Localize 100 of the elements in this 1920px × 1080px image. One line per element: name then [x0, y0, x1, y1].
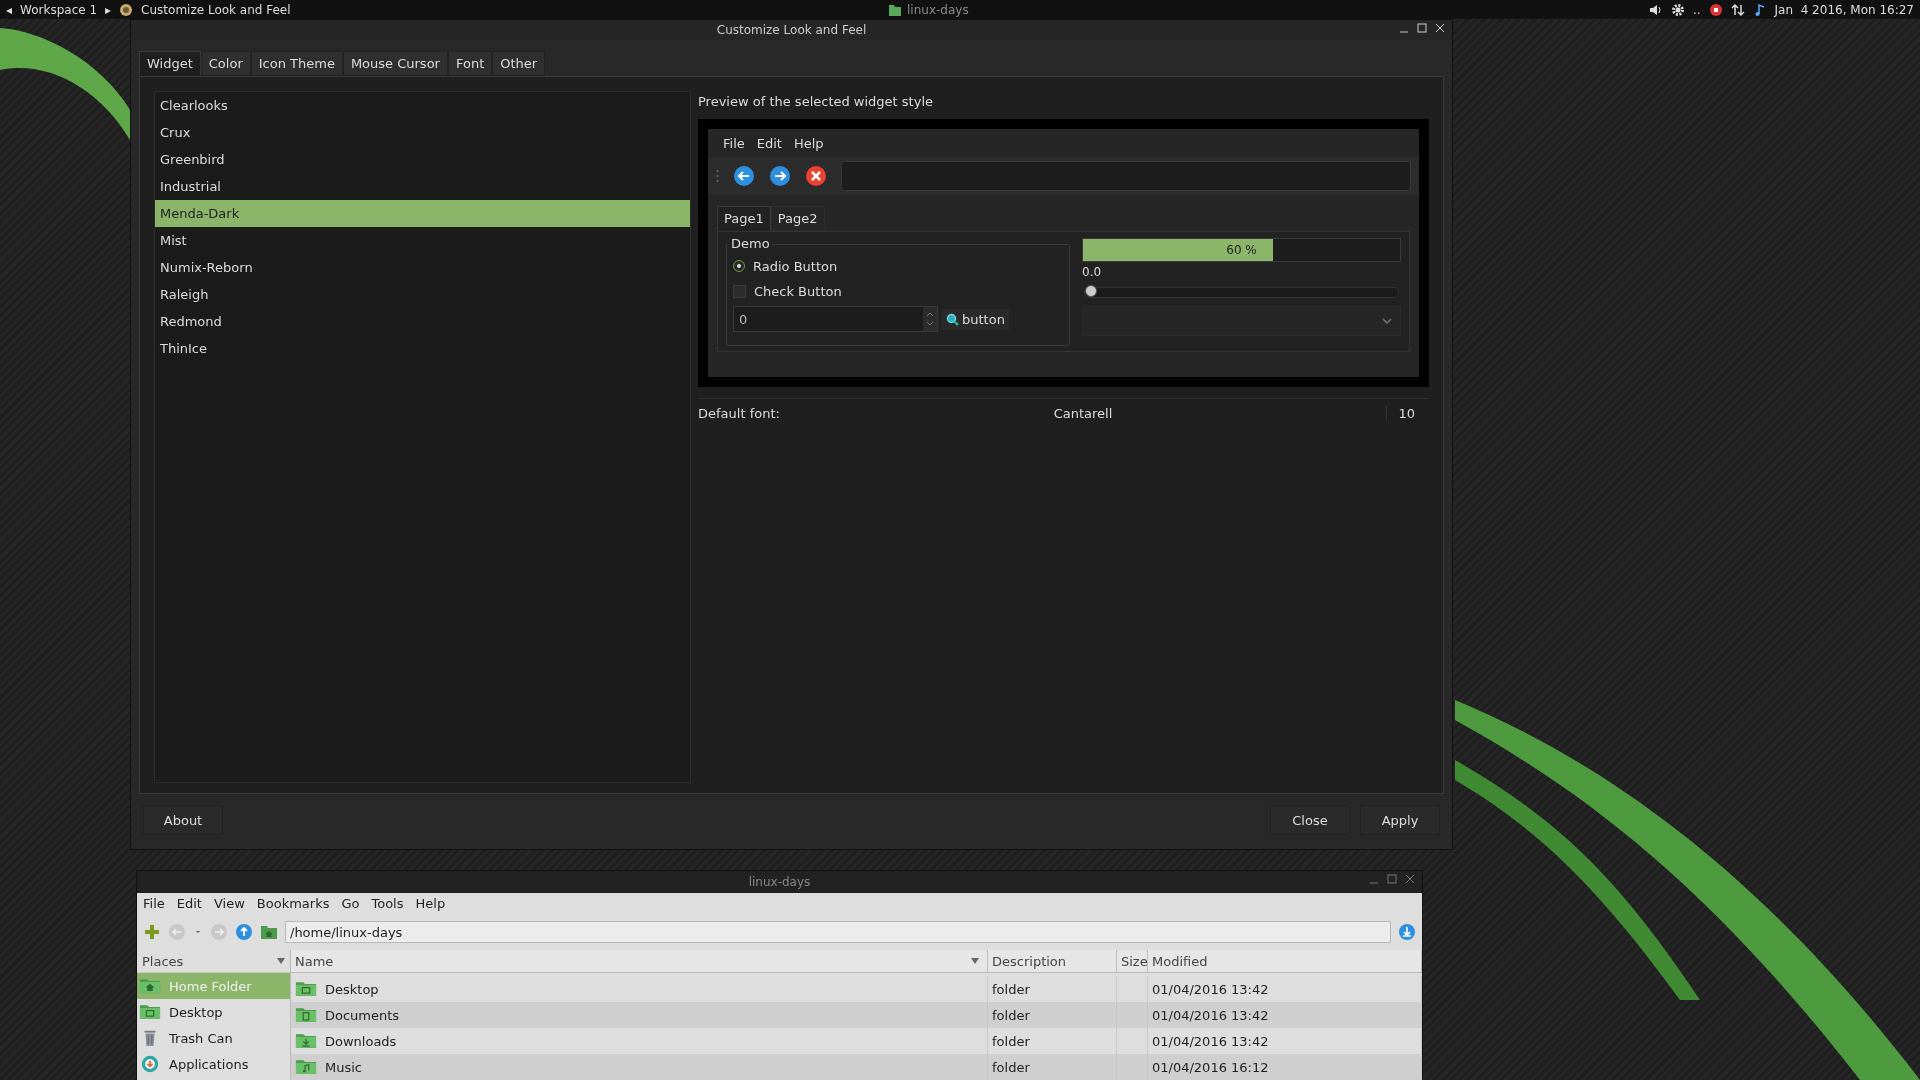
- tab[interactable]: Color: [200, 51, 251, 76]
- theme-item[interactable]: Greenbird: [155, 146, 690, 173]
- table-cell: folder: [988, 1054, 1117, 1080]
- column-header[interactable]: Modified: [1148, 950, 1422, 973]
- window-title: linux-days: [748, 875, 811, 889]
- checkbox[interactable]: [733, 284, 746, 298]
- theme-item[interactable]: Clearlooks: [155, 92, 690, 119]
- dropdown-icon[interactable]: [277, 958, 285, 964]
- apply-button[interactable]: Apply: [1360, 805, 1440, 835]
- menu-item[interactable]: Bookmarks: [256, 896, 330, 914]
- spin-field[interactable]: 0: [733, 306, 938, 332]
- folder-icon: [295, 1032, 317, 1050]
- tab[interactable]: Font: [447, 51, 493, 76]
- back-icon[interactable]: [733, 165, 755, 187]
- workspace-label[interactable]: Workspace 1: [20, 2, 98, 17]
- folder-icon: [295, 980, 317, 998]
- about-button[interactable]: About: [143, 805, 223, 835]
- places-item[interactable]: Trash Can: [137, 1025, 290, 1051]
- slider[interactable]: [1084, 287, 1399, 298]
- progress-text: 60 %: [1225, 242, 1258, 259]
- tray-overflow[interactable]: ..: [1692, 2, 1701, 17]
- network-icon[interactable]: [1730, 2, 1745, 17]
- previous-workspace-arrow[interactable]: ◂: [6, 2, 13, 17]
- menu-item[interactable]: Go: [341, 896, 360, 914]
- file-name[interactable]: Documents: [325, 1007, 400, 1023]
- menu-item[interactable]: Tools: [371, 896, 404, 914]
- checkbox-label[interactable]: Check Button: [754, 283, 842, 299]
- tab[interactable]: Mouse Cursor: [342, 51, 448, 76]
- sort-icon: [971, 958, 979, 964]
- menu-item[interactable]: View: [213, 896, 245, 914]
- tab[interactable]: Other: [492, 51, 546, 76]
- table-cell: 01/04/2016 16:12: [1148, 1054, 1422, 1080]
- theme-item[interactable]: Crux: [155, 119, 690, 146]
- maximize-icon[interactable]: [1386, 873, 1398, 885]
- theme-item[interactable]: ThinIce: [155, 335, 690, 362]
- radio-button[interactable]: [733, 260, 745, 272]
- download-icon[interactable]: [1398, 923, 1416, 941]
- folder-icon: [295, 1058, 317, 1076]
- menu-item[interactable]: Help: [415, 896, 446, 914]
- clock[interactable]: Jan 4 2016, Mon 16:27: [1774, 2, 1914, 17]
- app-icon: [119, 2, 134, 17]
- theme-item[interactable]: Numix-Reborn: [155, 254, 690, 281]
- gear-icon[interactable]: [1670, 2, 1685, 17]
- search-icon: [946, 312, 959, 326]
- window-title: Customize Look and Feel: [716, 23, 867, 37]
- column-header[interactable]: Size: [1117, 950, 1148, 973]
- add-icon[interactable]: [143, 923, 161, 941]
- taskbar-item[interactable]: linux-days: [907, 2, 969, 17]
- tab[interactable]: Page1: [717, 206, 771, 231]
- places-item[interactable]: Desktop: [137, 999, 290, 1025]
- menu-item[interactable]: File: [143, 896, 165, 914]
- spin-arrows-icon[interactable]: [923, 307, 937, 331]
- font-size[interactable]: 10: [1386, 405, 1429, 421]
- applications-icon: [139, 1055, 161, 1073]
- theme-item[interactable]: Raleigh: [155, 281, 690, 308]
- column-header[interactable]: Description: [988, 950, 1117, 973]
- maximize-icon[interactable]: [1416, 22, 1428, 34]
- folder-icon: [139, 1003, 161, 1021]
- font-label: Default font:: [698, 405, 780, 421]
- home-folder-icon[interactable]: [260, 923, 278, 941]
- next-workspace-arrow[interactable]: ▸: [105, 2, 112, 17]
- tab[interactable]: Widget: [139, 51, 201, 76]
- table-cell: folder: [988, 1002, 1117, 1028]
- menu-item[interactable]: Help: [793, 136, 824, 151]
- radio-label[interactable]: Radio Button: [753, 258, 838, 274]
- home-folder-icon: [139, 977, 161, 995]
- file-name[interactable]: Downloads: [325, 1033, 397, 1049]
- forward-icon[interactable]: [769, 165, 791, 187]
- theme-item[interactable]: Mist: [155, 227, 690, 254]
- table-cell: 01/04/2016 13:42: [1148, 1002, 1422, 1028]
- folder-icon: [295, 1006, 317, 1024]
- slider-thumb[interactable]: [1085, 285, 1097, 297]
- active-window-title[interactable]: Customize Look and Feel: [141, 2, 291, 17]
- stop-icon[interactable]: [805, 165, 827, 187]
- folder-icon: [888, 2, 902, 17]
- preview-heading: Preview of the selected widget style: [698, 93, 935, 111]
- path-field[interactable]: /home/linux-days: [285, 921, 1391, 943]
- toolbar-grip-icon: [716, 169, 719, 183]
- close-button[interactable]: Close: [1270, 805, 1350, 835]
- record-icon[interactable]: [1708, 2, 1723, 17]
- file-name[interactable]: Music: [325, 1059, 362, 1075]
- menu-item[interactable]: Edit: [176, 896, 202, 914]
- tab[interactable]: Icon Theme: [250, 51, 343, 76]
- theme-item[interactable]: Menda-Dark: [155, 200, 690, 227]
- theme-item[interactable]: Industrial: [155, 173, 690, 200]
- scale-value: 0.0: [1082, 265, 1103, 279]
- places-item[interactable]: Applications: [137, 1051, 290, 1077]
- column-header[interactable]: Name: [291, 950, 988, 973]
- menu-item[interactable]: File: [723, 136, 745, 151]
- up-icon[interactable]: [235, 923, 253, 941]
- places-label[interactable]: Places: [142, 953, 184, 969]
- theme-item[interactable]: Redmond: [155, 308, 690, 335]
- menu-item[interactable]: Edit: [756, 136, 782, 151]
- font-family-button[interactable]: Cantarell: [779, 405, 1386, 421]
- search-button[interactable]: button: [942, 308, 1009, 330]
- close-icon[interactable]: [1434, 22, 1446, 34]
- tab[interactable]: Page2: [770, 206, 825, 231]
- frame-label: Demo: [729, 236, 772, 251]
- volume-icon[interactable]: [1648, 2, 1663, 17]
- file-name[interactable]: Desktop: [325, 981, 379, 997]
